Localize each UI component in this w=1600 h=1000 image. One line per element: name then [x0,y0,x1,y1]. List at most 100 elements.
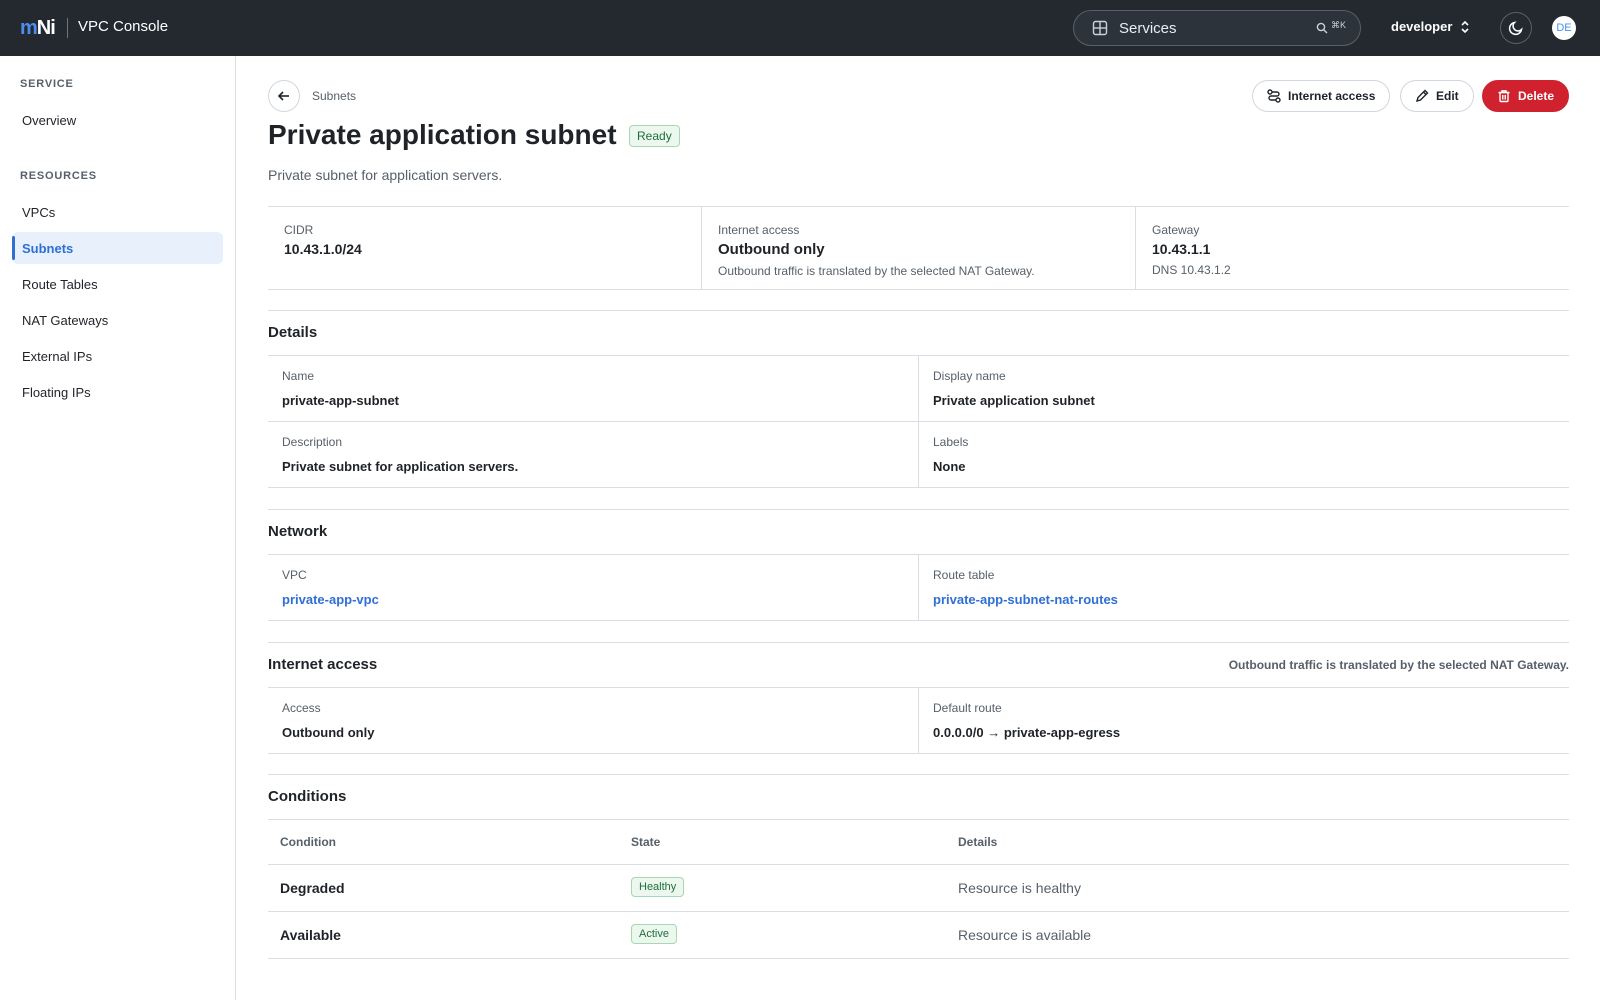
section-title-details: Details [268,324,318,341]
brand-logo[interactable]: m Ni [20,17,56,40]
theme-toggle-button[interactable] [1500,12,1532,44]
summary-strip: CIDR 10.43.1.0/24 Internet access Outbou… [268,206,1569,290]
sidebar: SERVICE Overview RESOURCES VPCs Subnets … [0,56,236,1000]
route-icon [1267,89,1281,103]
section-title-conditions: Conditions [268,788,347,805]
detail-labels-value: None [933,459,966,474]
condition-name: Available [280,927,341,943]
moon-icon [1508,21,1523,36]
delete-label: Delete [1518,89,1555,103]
summary-cidr-label: CIDR [284,223,314,237]
network-row: VPC private-app-vpc Route table private-… [268,555,1569,621]
search-icon [1316,22,1328,34]
detail-description-value: Private subnet for application servers. [282,459,519,474]
sidebar-item-route-tables[interactable]: Route Tables [12,268,223,300]
network-route-table-label: Route table [933,568,995,582]
summary-gateway-label: Gateway [1152,223,1200,237]
default-route-value: 0.0.0.0/0 → private-app-egress [933,725,1121,740]
shortcut-hint: ⌘K [1331,20,1347,30]
network-route-table: Route table private-app-subnet-nat-route… [918,555,1569,620]
arrow-left-icon [277,91,289,101]
state-badge: Healthy [631,877,685,897]
services-label: Services [1119,20,1177,37]
detail-display-name: Display name Private application subnet [918,356,1569,421]
summary-cidr-value: 10.43.1.0/24 [284,241,362,257]
detail-labels: Labels None [918,422,1569,487]
access-value: Outbound only [282,725,375,740]
sidebar-item-vpcs[interactable]: VPCs [12,196,223,228]
column-header-details: Details [958,835,998,849]
sidebar-item-external-ips[interactable]: External IPs [12,340,223,372]
internet-access-mode: Access Outbound only [268,688,918,753]
sidebar-item-floating-ips[interactable]: Floating IPs [12,376,223,408]
edit-button[interactable]: Edit [1400,80,1474,112]
summary-internet-value: Outbound only [718,241,825,258]
edit-label: Edit [1436,89,1459,103]
back-button[interactable] [268,80,300,112]
section-divider [268,774,1569,775]
sidebar-item-nat-gateways[interactable]: NAT Gateways [12,304,223,336]
summary-gateway-dns: DNS 10.43.1.2 [1152,263,1231,277]
section-divider [268,310,1569,311]
account-switcher[interactable]: developer [1391,19,1470,34]
title-divider [67,18,68,38]
page-title: Private application subnet [268,119,617,150]
summary-gateway: Gateway 10.43.1.1 DNS 10.43.1.2 [1135,207,1569,289]
detail-display-name-label: Display name [933,369,1006,383]
detail-labels-label: Labels [933,435,969,449]
condition-name: Degraded [280,880,345,896]
condition-details: Resource is healthy [958,880,1081,896]
internet-access-note: Outbound traffic is translated by the se… [1228,658,1569,672]
column-header-state: State [631,835,661,849]
account-name: developer [1391,19,1453,34]
summary-gateway-value: 10.43.1.1 [1152,241,1211,257]
summary-internet-note: Outbound traffic is translated by the se… [718,264,1035,278]
status-badge: Ready [629,125,680,147]
summary-internet-access: Internet access Outbound only Outbound t… [701,207,1135,289]
pencil-icon [1415,89,1429,103]
network-grid: VPC private-app-vpc Route table private-… [268,554,1569,621]
condition-details: Resource is available [958,927,1092,943]
summary-cidr: CIDR 10.43.1.0/24 [268,207,701,289]
detail-display-name-value: Private application subnet [933,393,1095,408]
detail-name-value: private-app-subnet [282,393,400,408]
table-row: Degraded Healthy Resource is healthy [268,865,1569,912]
logo-m: m [20,17,38,39]
main-content: Subnets Internet access Edit Delete Priv… [236,56,1600,1000]
services-search[interactable]: Services ⌘K [1073,10,1361,46]
sidebar-heading-resources: RESOURCES [20,170,97,182]
sidebar-item-overview[interactable]: Overview [12,104,223,136]
section-title-internet-access: Internet access [268,656,378,673]
breadcrumb[interactable]: Subnets [312,89,356,103]
detail-name: Name private-app-subnet [268,356,918,421]
vpc-link[interactable]: private-app-vpc [282,592,904,607]
network-vpc-label: VPC [282,568,307,582]
route-table-link[interactable]: private-app-subnet-nat-routes [933,592,1555,607]
logo-ni: Ni [36,17,56,39]
section-divider [268,509,1569,510]
delete-button[interactable]: Delete [1482,80,1570,112]
detail-name-label: Name [282,369,315,383]
internet-access-grid: Access Outbound only Default route 0.0.0… [268,687,1569,754]
trash-icon [1498,90,1510,103]
top-bar: m Ni VPC Console Services ⌘K developer DE [0,0,1600,56]
section-divider [268,642,1569,643]
details-row: Name private-app-subnet Display name Pri… [268,356,1569,422]
grid-icon [1092,20,1108,36]
sidebar-heading-service: SERVICE [20,78,74,90]
column-header-condition: Condition [280,835,336,849]
summary-internet-label: Internet access [718,223,800,237]
access-label: Access [282,701,321,715]
details-row: Description Private subnet for applicati… [268,422,1569,488]
conditions-table: Condition State Details Degraded Healthy… [268,819,1569,959]
sidebar-item-subnets[interactable]: Subnets [12,232,223,264]
internet-access-label: Internet access [1288,89,1376,103]
avatar[interactable]: DE [1552,16,1576,40]
internet-access-button[interactable]: Internet access [1252,80,1391,112]
default-route-label: Default route [933,701,1002,715]
chevron-updown-icon [1461,20,1469,33]
details-grid: Name private-app-subnet Display name Pri… [268,355,1569,488]
section-title-network: Network [268,523,328,540]
detail-description-label: Description [282,435,343,449]
internet-default-route: Default route 0.0.0.0/0 → private-app-eg… [918,688,1569,753]
